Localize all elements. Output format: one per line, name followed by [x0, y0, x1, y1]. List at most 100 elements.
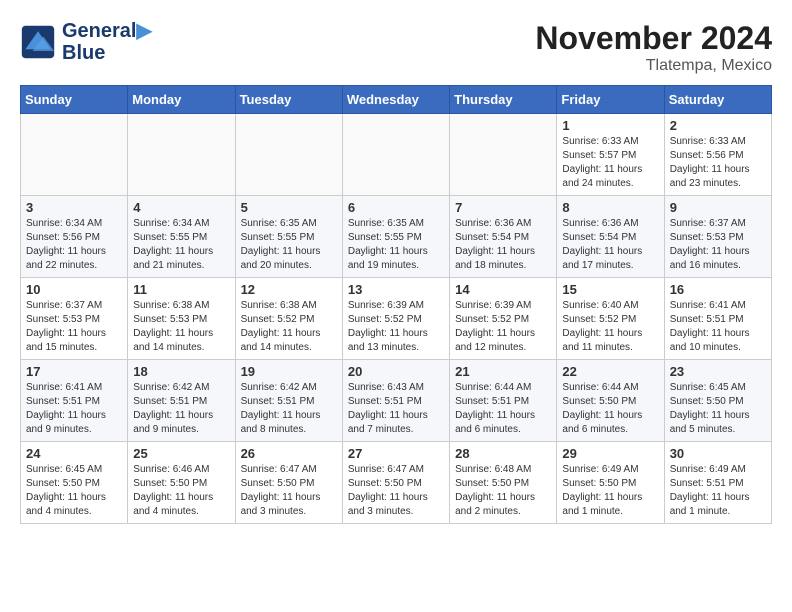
- day-number: 11: [133, 282, 229, 297]
- weekday-header-monday: Monday: [128, 86, 235, 114]
- calendar-cell: 29 Sunrise: 6:49 AM Sunset: 5:50 PM Dayli…: [557, 442, 664, 524]
- location: Tlatempa, Mexico: [535, 57, 772, 75]
- day-info: Sunrise: 6:37 AM Sunset: 5:53 PM Dayligh…: [670, 217, 766, 273]
- day-info: Sunrise: 6:34 AM Sunset: 5:55 PM Dayligh…: [133, 217, 229, 273]
- day-info: Sunrise: 6:45 AM Sunset: 5:50 PM Dayligh…: [26, 463, 122, 519]
- day-number: 27: [348, 446, 444, 461]
- day-info: Sunrise: 6:45 AM Sunset: 5:50 PM Dayligh…: [670, 381, 766, 437]
- calendar-week-3: 10Sunrise: 6:37 AM Sunset: 5:53 PM Dayli…: [21, 278, 772, 360]
- day-number: 13: [348, 282, 444, 297]
- day-number: 28: [455, 446, 551, 461]
- calendar-cell: 3 Sunrise: 6:34 AM Sunset: 5:56 PM Daylig…: [21, 196, 128, 278]
- calendar-cell: 17Sunrise: 6:41 AM Sunset: 5:51 PM Dayli…: [21, 360, 128, 442]
- calendar-cell: 15 Sunrise: 6:40 AM Sunset: 5:52 PM Dayli…: [557, 278, 664, 360]
- calendar-cell: 10Sunrise: 6:37 AM Sunset: 5:53 PM Dayli…: [21, 278, 128, 360]
- calendar-cell: 24 Sunrise: 6:45 AM Sunset: 5:50 PM Dayli…: [21, 442, 128, 524]
- title-block: November 2024 Tlatempa, Mexico: [535, 20, 772, 75]
- day-info: Sunrise: 6:40 AM Sunset: 5:52 PM Dayligh…: [562, 299, 658, 355]
- calendar-week-1: 1 Sunrise: 6:33 AM Sunset: 5:57 PM Daylig…: [21, 114, 772, 196]
- day-number: 19: [241, 364, 337, 379]
- day-number: 12: [241, 282, 337, 297]
- day-number: 3: [26, 200, 122, 215]
- day-number: 2: [670, 118, 766, 133]
- day-info: Sunrise: 6:41 AM Sunset: 5:51 PM Dayligh…: [670, 299, 766, 355]
- day-info: Sunrise: 6:38 AM Sunset: 5:53 PM Dayligh…: [133, 299, 229, 355]
- day-info: Sunrise: 6:33 AM Sunset: 5:56 PM Dayligh…: [670, 135, 766, 191]
- logo: General▶ Blue: [20, 20, 152, 64]
- day-info: Sunrise: 6:49 AM Sunset: 5:51 PM Dayligh…: [670, 463, 766, 519]
- calendar-cell: 16 Sunrise: 6:41 AM Sunset: 5:51 PM Dayli…: [664, 278, 771, 360]
- day-info: Sunrise: 6:48 AM Sunset: 5:50 PM Dayligh…: [455, 463, 551, 519]
- logo-icon: [20, 24, 56, 60]
- calendar-cell: 2 Sunrise: 6:33 AM Sunset: 5:56 PM Daylig…: [664, 114, 771, 196]
- calendar-week-5: 24 Sunrise: 6:45 AM Sunset: 5:50 PM Dayli…: [21, 442, 772, 524]
- calendar-cell: 18 Sunrise: 6:42 AM Sunset: 5:51 PM Dayli…: [128, 360, 235, 442]
- day-info: Sunrise: 6:38 AM Sunset: 5:52 PM Dayligh…: [241, 299, 337, 355]
- weekday-header-row: SundayMondayTuesdayWednesdayThursdayFrid…: [21, 86, 772, 114]
- day-number: 30: [670, 446, 766, 461]
- calendar-cell: 27 Sunrise: 6:47 AM Sunset: 5:50 PM Dayli…: [342, 442, 449, 524]
- calendar-cell: 5 Sunrise: 6:35 AM Sunset: 5:55 PM Daylig…: [235, 196, 342, 278]
- calendar-table: SundayMondayTuesdayWednesdayThursdayFrid…: [20, 85, 772, 524]
- day-info: Sunrise: 6:39 AM Sunset: 5:52 PM Dayligh…: [348, 299, 444, 355]
- calendar-cell: 12 Sunrise: 6:38 AM Sunset: 5:52 PM Dayli…: [235, 278, 342, 360]
- day-number: 15: [562, 282, 658, 297]
- calendar-cell: 9 Sunrise: 6:37 AM Sunset: 5:53 PM Daylig…: [664, 196, 771, 278]
- day-number: 8: [562, 200, 658, 215]
- day-info: Sunrise: 6:47 AM Sunset: 5:50 PM Dayligh…: [348, 463, 444, 519]
- day-number: 22: [562, 364, 658, 379]
- day-info: Sunrise: 6:42 AM Sunset: 5:51 PM Dayligh…: [241, 381, 337, 437]
- day-number: 4: [133, 200, 229, 215]
- calendar-week-2: 3 Sunrise: 6:34 AM Sunset: 5:56 PM Daylig…: [21, 196, 772, 278]
- day-number: 18: [133, 364, 229, 379]
- day-info: Sunrise: 6:35 AM Sunset: 5:55 PM Dayligh…: [348, 217, 444, 273]
- day-info: Sunrise: 6:35 AM Sunset: 5:55 PM Dayligh…: [241, 217, 337, 273]
- day-number: 21: [455, 364, 551, 379]
- day-info: Sunrise: 6:36 AM Sunset: 5:54 PM Dayligh…: [562, 217, 658, 273]
- calendar-cell: 1 Sunrise: 6:33 AM Sunset: 5:57 PM Daylig…: [557, 114, 664, 196]
- weekday-header-saturday: Saturday: [664, 86, 771, 114]
- calendar-cell: 8 Sunrise: 6:36 AM Sunset: 5:54 PM Daylig…: [557, 196, 664, 278]
- day-number: 14: [455, 282, 551, 297]
- day-info: Sunrise: 6:39 AM Sunset: 5:52 PM Dayligh…: [455, 299, 551, 355]
- calendar-cell: [342, 114, 449, 196]
- calendar-cell: 14 Sunrise: 6:39 AM Sunset: 5:52 PM Dayli…: [450, 278, 557, 360]
- day-number: 24: [26, 446, 122, 461]
- calendar-cell: 25 Sunrise: 6:46 AM Sunset: 5:50 PM Dayli…: [128, 442, 235, 524]
- calendar-cell: 21 Sunrise: 6:44 AM Sunset: 5:51 PM Dayli…: [450, 360, 557, 442]
- day-info: Sunrise: 6:49 AM Sunset: 5:50 PM Dayligh…: [562, 463, 658, 519]
- day-number: 1: [562, 118, 658, 133]
- day-info: Sunrise: 6:36 AM Sunset: 5:54 PM Dayligh…: [455, 217, 551, 273]
- calendar-week-4: 17Sunrise: 6:41 AM Sunset: 5:51 PM Dayli…: [21, 360, 772, 442]
- day-info: Sunrise: 6:42 AM Sunset: 5:51 PM Dayligh…: [133, 381, 229, 437]
- day-info: Sunrise: 6:44 AM Sunset: 5:51 PM Dayligh…: [455, 381, 551, 437]
- calendar-cell: 13 Sunrise: 6:39 AM Sunset: 5:52 PM Dayli…: [342, 278, 449, 360]
- day-number: 7: [455, 200, 551, 215]
- day-number: 29: [562, 446, 658, 461]
- page-header: General▶ Blue November 2024 Tlatempa, Me…: [20, 20, 772, 75]
- calendar-cell: 23 Sunrise: 6:45 AM Sunset: 5:50 PM Dayli…: [664, 360, 771, 442]
- day-info: Sunrise: 6:47 AM Sunset: 5:50 PM Dayligh…: [241, 463, 337, 519]
- day-number: 25: [133, 446, 229, 461]
- day-number: 16: [670, 282, 766, 297]
- day-number: 9: [670, 200, 766, 215]
- logo-text: General▶ Blue: [62, 20, 152, 64]
- day-info: Sunrise: 6:41 AM Sunset: 5:51 PM Dayligh…: [26, 381, 122, 437]
- calendar-cell: 7 Sunrise: 6:36 AM Sunset: 5:54 PM Daylig…: [450, 196, 557, 278]
- calendar-cell: 28 Sunrise: 6:48 AM Sunset: 5:50 PM Dayli…: [450, 442, 557, 524]
- day-info: Sunrise: 6:37 AM Sunset: 5:53 PM Dayligh…: [26, 299, 122, 355]
- day-info: Sunrise: 6:46 AM Sunset: 5:50 PM Dayligh…: [133, 463, 229, 519]
- day-info: Sunrise: 6:43 AM Sunset: 5:51 PM Dayligh…: [348, 381, 444, 437]
- weekday-header-thursday: Thursday: [450, 86, 557, 114]
- calendar-cell: 30 Sunrise: 6:49 AM Sunset: 5:51 PM Dayli…: [664, 442, 771, 524]
- day-info: Sunrise: 6:33 AM Sunset: 5:57 PM Dayligh…: [562, 135, 658, 191]
- calendar-cell: 22Sunrise: 6:44 AM Sunset: 5:50 PM Dayli…: [557, 360, 664, 442]
- calendar-cell: [450, 114, 557, 196]
- day-number: 5: [241, 200, 337, 215]
- weekday-header-friday: Friday: [557, 86, 664, 114]
- calendar-cell: 20Sunrise: 6:43 AM Sunset: 5:51 PM Dayli…: [342, 360, 449, 442]
- calendar-cell: 4 Sunrise: 6:34 AM Sunset: 5:55 PM Daylig…: [128, 196, 235, 278]
- day-info: Sunrise: 6:34 AM Sunset: 5:56 PM Dayligh…: [26, 217, 122, 273]
- day-number: 23: [670, 364, 766, 379]
- calendar-cell: 19 Sunrise: 6:42 AM Sunset: 5:51 PM Dayli…: [235, 360, 342, 442]
